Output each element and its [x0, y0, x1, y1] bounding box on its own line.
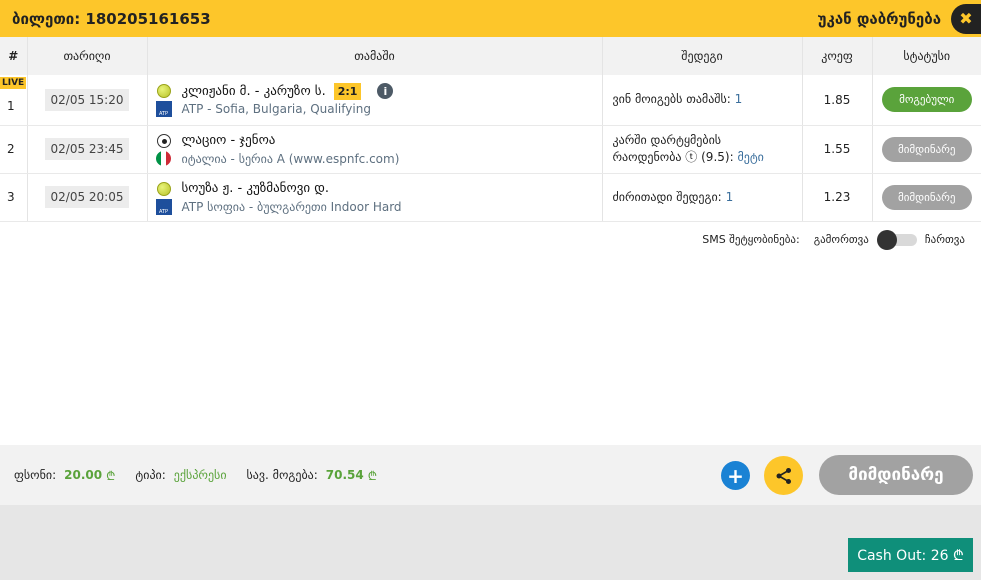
- match-date: 02/05 15:20: [44, 88, 130, 111]
- col-header-game: თამაში: [147, 37, 603, 75]
- win-value: 70.54: [325, 468, 364, 482]
- date-cell: 02/05 15:20: [27, 75, 148, 126]
- ticket-status-badge: მიმდინარე: [819, 455, 973, 495]
- sms-label: SMS შეტყობინება:: [702, 233, 800, 246]
- sms-on-label[interactable]: ჩართვა: [925, 233, 965, 246]
- type-label: ტიპი:: [135, 468, 166, 482]
- sms-off-label[interactable]: გამორთვა: [814, 233, 869, 246]
- odds-cell: 1.85: [802, 75, 873, 126]
- soccer-ball-icon: [156, 133, 172, 149]
- type-value[interactable]: ექსპრესი: [174, 468, 227, 482]
- live-score: 2:1: [333, 82, 362, 100]
- status-badge-pending: მიმდინარე: [881, 136, 972, 162]
- status-cell: მოგებული: [872, 75, 981, 126]
- col-header-odds: კოეფ: [802, 37, 873, 75]
- match-name[interactable]: კლიჟანი მ. - კარუზო ს.: [182, 84, 326, 99]
- ticket-number: ბილეთი: 180205161653: [12, 9, 211, 28]
- stake-value: 20.00: [64, 468, 103, 482]
- odds-cell: 1.23: [802, 173, 873, 222]
- tennis-ball-icon: [156, 83, 172, 99]
- game-cell: კლიჟანი მ. - კარუზო ს. 2:1 i ATP ATP - S…: [147, 75, 603, 126]
- league-link[interactable]: ATP: [182, 102, 204, 116]
- league-detail: - Sofia, Bulgaria, Qualifying: [203, 102, 371, 117]
- live-badge: LIVE: [0, 77, 27, 89]
- outcome-label-line1: კარში დარტყმების: [612, 133, 722, 147]
- lari-currency-icon: ₾: [106, 468, 116, 483]
- outcome-cell: კარში დარტყმების რაოდენობა ⓣ (9.5): მეტი: [602, 125, 803, 174]
- odds-cell: 1.55: [802, 125, 873, 174]
- game-cell: ლაციო - ჯენოა იტალია - სერია A (www.espn…: [147, 125, 603, 174]
- cash-out-button[interactable]: Cash Out: 26 ₾: [848, 538, 973, 572]
- sms-notification-control: SMS შეტყობინება: გამორთვა ჩართვა: [702, 229, 965, 250]
- outcome-label: ძირითადი შედეგი:: [612, 189, 722, 204]
- ticket-header: ბილეთი: 180205161653 უკან დაბრუნება ✖: [0, 0, 981, 37]
- stake: ფსონი: 20.00 ₾: [14, 467, 115, 484]
- lari-currency-icon: ₾: [367, 468, 378, 483]
- league-detail: - სერია A (www.espnfc.com): [226, 151, 400, 166]
- back-label: უკან დაბრუნება: [817, 9, 941, 28]
- match-name[interactable]: სოუზა ჟ. - კუზმანოვი დ.: [182, 181, 330, 196]
- toggle-knob: [876, 229, 897, 250]
- status-badge-pending: მიმდინარე: [881, 184, 972, 210]
- italy-flag-icon: [156, 151, 172, 167]
- outcome-label: რაოდენობა ⓣ (9.5):: [612, 150, 734, 164]
- add-button[interactable]: +: [721, 461, 750, 490]
- table-header: # თარიღი თამაში შედეგი კოეფ სტატუსი: [0, 37, 981, 75]
- row-number-cell: LIVE 1: [0, 75, 28, 126]
- row-number-cell: 3: [0, 173, 28, 222]
- outcome-value: 1: [734, 92, 743, 107]
- col-header-number: #: [0, 37, 28, 75]
- win-label: სავ. მოგება:: [246, 468, 318, 482]
- game-cell: სოუზა ჟ. - კუზმანოვი დ. ATP ATP სოფია - …: [147, 173, 603, 222]
- table-row: 3 02/05 20:05 სოუზა ჟ. - კუზმანოვი დ. AT…: [0, 173, 981, 222]
- outcome-label: ვინ მოიგებს თამაშს:: [612, 92, 731, 107]
- status-cell: მიმდინარე: [872, 173, 981, 222]
- outcome-value: მეტი: [737, 150, 764, 164]
- atp-logo-icon: ATP: [155, 101, 172, 118]
- match-name[interactable]: ლაციო - ჯენოა: [182, 133, 276, 148]
- tennis-ball-icon: [156, 181, 172, 197]
- league-detail: - ბულგარეთი Indoor Hard: [245, 199, 402, 214]
- row-number: 1: [7, 98, 15, 113]
- status-cell: მიმდინარე: [872, 125, 981, 174]
- date-cell: 02/05 23:45: [27, 125, 148, 174]
- close-icon[interactable]: ✖: [951, 3, 981, 34]
- status-badge-won: მოგებული: [881, 87, 972, 113]
- match-date: 02/05 20:05: [44, 186, 130, 208]
- ticket-details: # თარიღი თამაში შედეგი კოეფ სტატუსი LIVE…: [0, 37, 981, 445]
- league-link[interactable]: იტალია: [182, 152, 227, 166]
- match-date: 02/05 23:45: [44, 138, 130, 160]
- ticket-summary: ფსონი: 20.00 ₾ ტიპი: ექსპრესი სავ. მოგებ…: [0, 445, 981, 505]
- col-header-status: სტატუსი: [872, 37, 981, 75]
- table-row: LIVE 1 02/05 15:20 კლიჟანი მ. - კარუზო ს…: [0, 75, 981, 126]
- league-link[interactable]: ATP სოფია: [182, 200, 246, 214]
- share-button[interactable]: [764, 456, 803, 495]
- table-row: 2 02/05 23:45 ლაციო - ჯენოა იტალია - სერ…: [0, 125, 981, 174]
- date-cell: 02/05 20:05: [27, 173, 148, 222]
- bet-type: ტიპი: ექსპრესი: [135, 468, 226, 482]
- outcome-value: 1: [725, 189, 734, 204]
- row-number-cell: 2: [0, 125, 28, 174]
- info-icon[interactable]: i: [377, 83, 394, 100]
- bets-table: # თარიღი თამაში შედეგი კოეფ სტატუსი LIVE…: [0, 37, 981, 222]
- outcome-cell: ვინ მოიგებს თამაშს: 1: [602, 75, 803, 126]
- atp-logo-icon: ATP: [155, 198, 172, 215]
- back-button[interactable]: უკან დაბრუნება ✖: [818, 0, 981, 37]
- share-icon: [776, 467, 791, 484]
- possible-win: სავ. მოგება: 70.54 ₾: [247, 467, 378, 484]
- sms-toggle[interactable]: [876, 229, 917, 250]
- col-header-date: თარიღი: [27, 37, 148, 75]
- col-header-outcome: შედეგი: [602, 37, 803, 75]
- outcome-cell: ძირითადი შედეგი: 1: [602, 173, 803, 222]
- stake-label: ფსონი:: [14, 468, 57, 482]
